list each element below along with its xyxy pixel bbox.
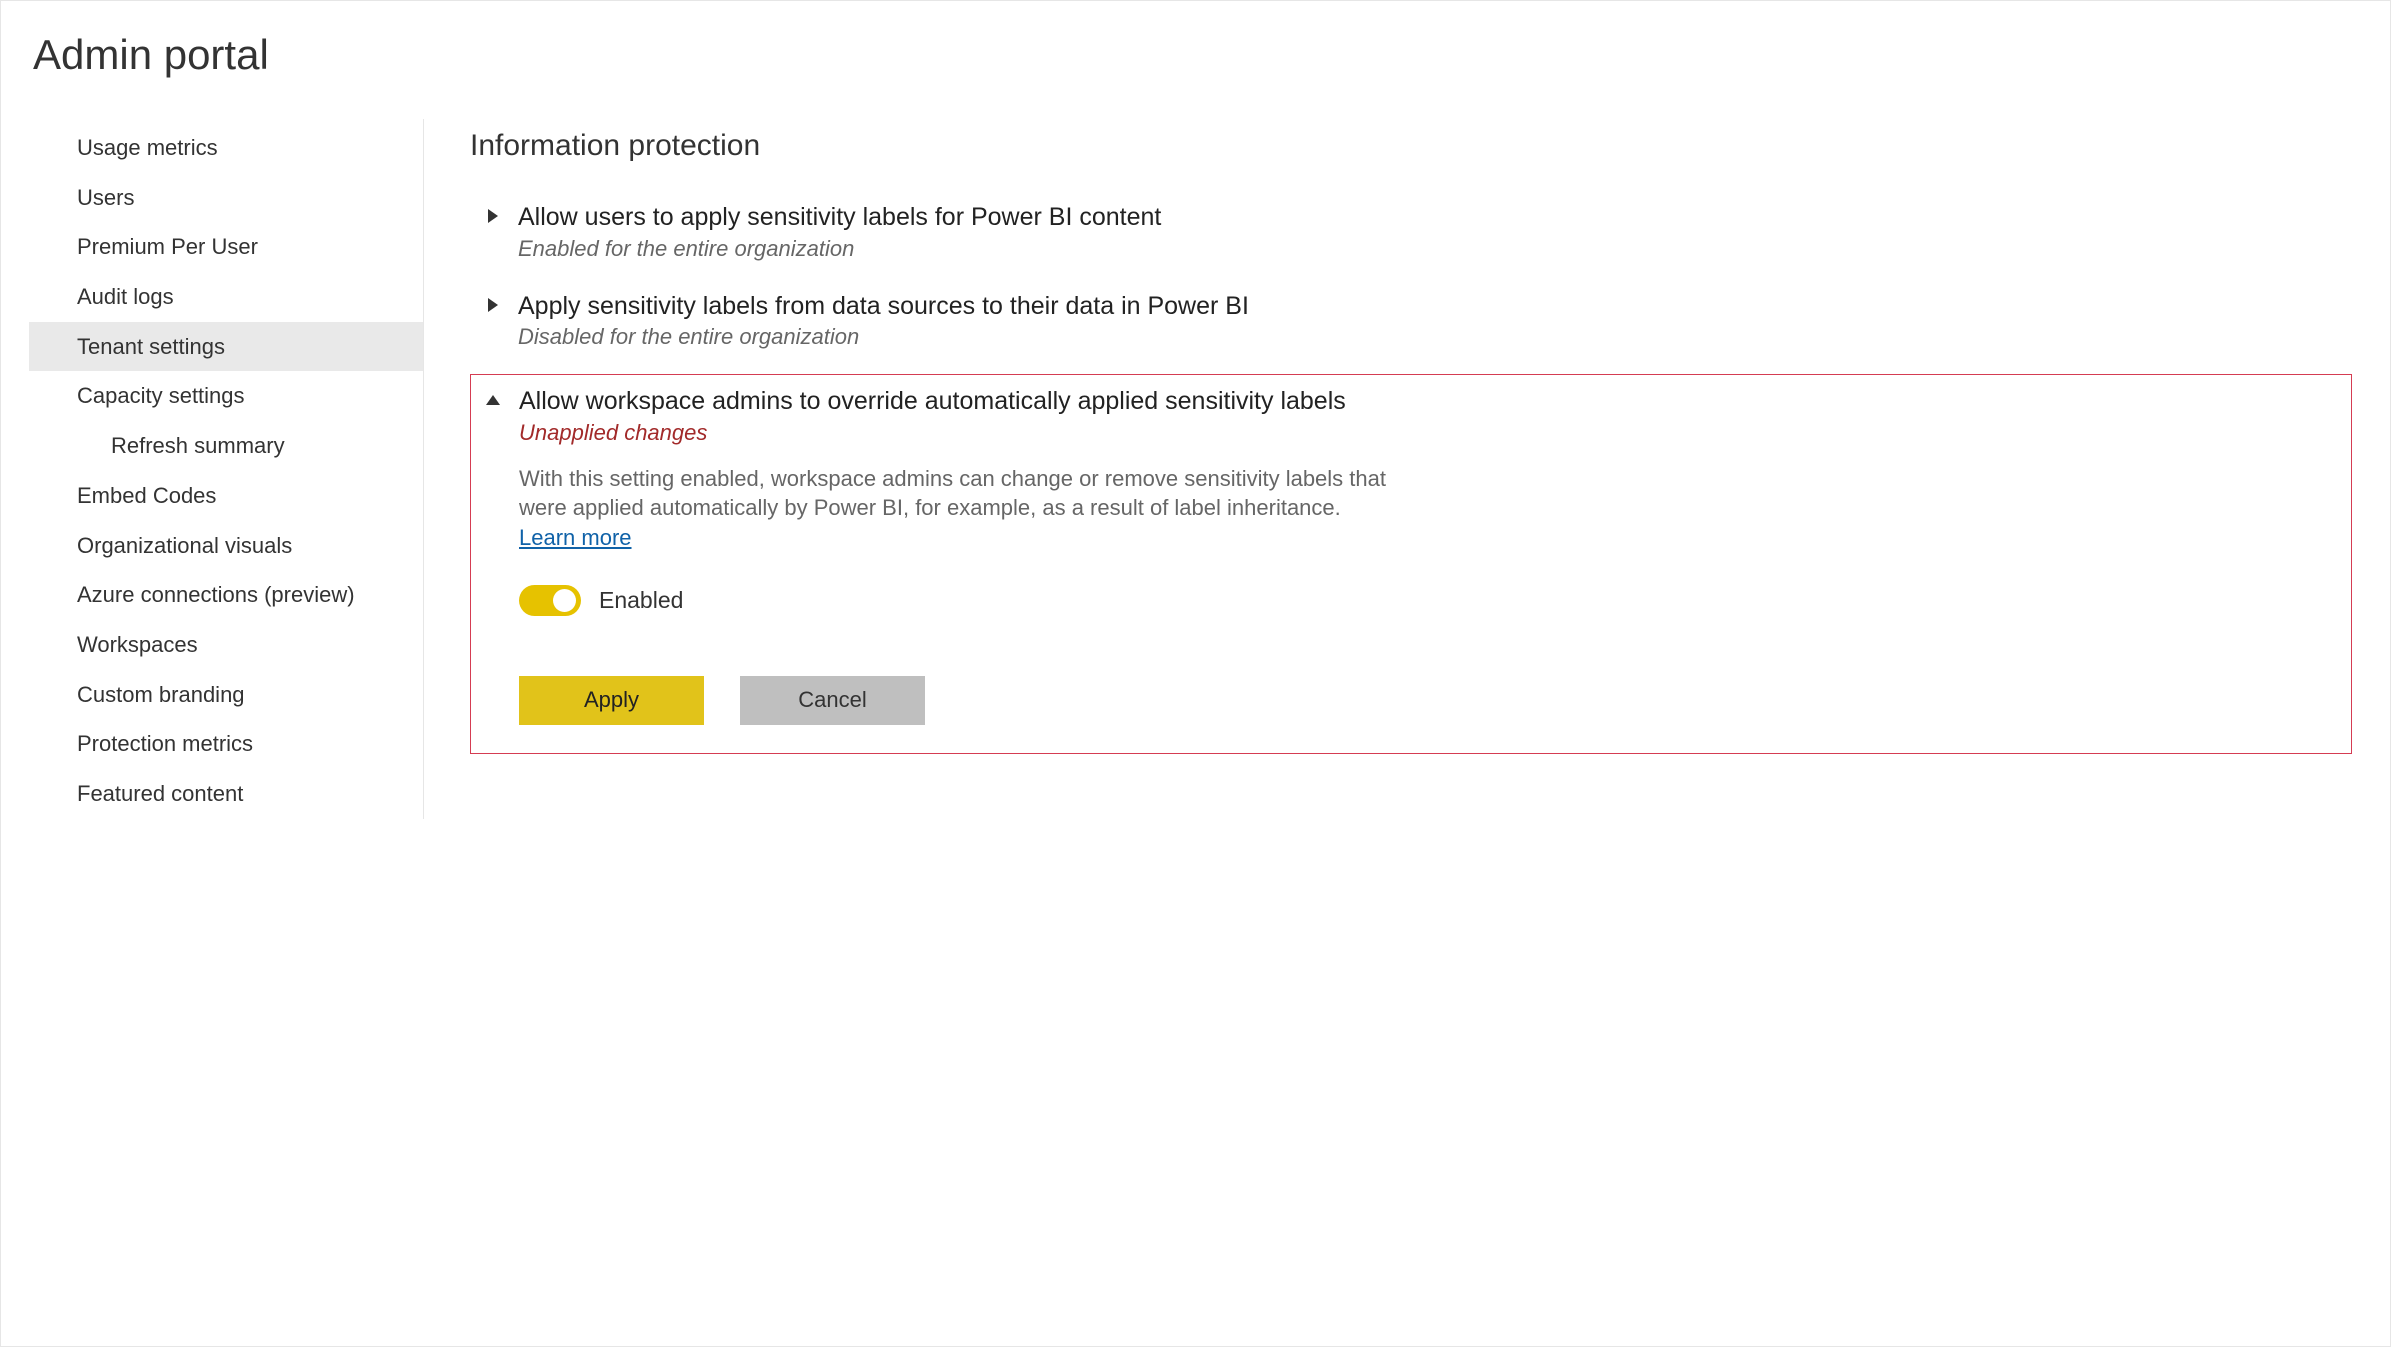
sidebar-item-protection-metrics[interactable]: Protection metrics [29,719,423,769]
sidebar-item-organizational-visuals[interactable]: Organizational visuals [29,521,423,571]
setting-row: Allow workspace admins to override autom… [471,375,2351,753]
setting-item[interactable]: Apply sensitivity labels from data sourc… [470,280,2352,369]
sidebar-item-featured-content[interactable]: Featured content [29,769,423,819]
section-title: Information protection [470,129,2352,163]
setting-status-warning: Unapplied changes [519,420,2317,446]
toggle-label: Enabled [599,587,683,614]
setting-title: Allow users to apply sensitivity labels … [518,201,2318,234]
setting-description-text: With this setting enabled, workspace adm… [519,466,1386,521]
setting-item-expanded: Allow workspace admins to override autom… [470,374,2352,754]
sidebar-item-tenant-settings[interactable]: Tenant settings [29,322,423,372]
sidebar-item-embed-codes[interactable]: Embed Codes [29,471,423,521]
sidebar-item-refresh-summary[interactable]: Refresh summary [29,421,423,471]
setting-item[interactable]: Allow users to apply sensitivity labels … [470,191,2352,280]
sidebar-item-workspaces[interactable]: Workspaces [29,620,423,670]
sidebar-item-audit-logs[interactable]: Audit logs [29,272,423,322]
setting-description: With this setting enabled, workspace adm… [519,464,1419,553]
sidebar-item-premium-per-user[interactable]: Premium Per User [29,222,423,272]
setting-title: Apply sensitivity labels from data sourc… [518,290,2318,323]
setting-status: Enabled for the entire organization [518,236,2318,262]
chevron-right-icon [484,298,500,312]
enabled-toggle[interactable] [519,585,581,616]
main-content: Information protection Allow users to ap… [424,119,2362,819]
setting-title: Allow workspace admins to override autom… [519,385,2317,418]
setting-body: Apply sensitivity labels from data sourc… [518,290,2318,351]
setting-body: Allow users to apply sensitivity labels … [518,201,2318,262]
page-title: Admin portal [33,31,2362,79]
sidebar-item-users[interactable]: Users [29,173,423,223]
sidebar-item-custom-branding[interactable]: Custom branding [29,670,423,720]
setting-status: Disabled for the entire organization [518,324,2318,350]
sidebar-item-capacity-settings[interactable]: Capacity settings [29,371,423,421]
sidebar: Usage metricsUsersPremium Per UserAudit … [29,119,424,819]
setting-body: Allow workspace admins to override autom… [519,385,2317,725]
sidebar-item-usage-metrics[interactable]: Usage metrics [29,123,423,173]
learn-more-link[interactable]: Learn more [519,525,632,550]
chevron-right-icon [484,209,500,223]
apply-button[interactable]: Apply [519,676,704,725]
chevron-up-icon[interactable] [485,395,501,407]
toggle-knob [553,589,576,612]
cancel-button[interactable]: Cancel [740,676,925,725]
sidebar-item-azure-connections-preview[interactable]: Azure connections (preview) [29,570,423,620]
